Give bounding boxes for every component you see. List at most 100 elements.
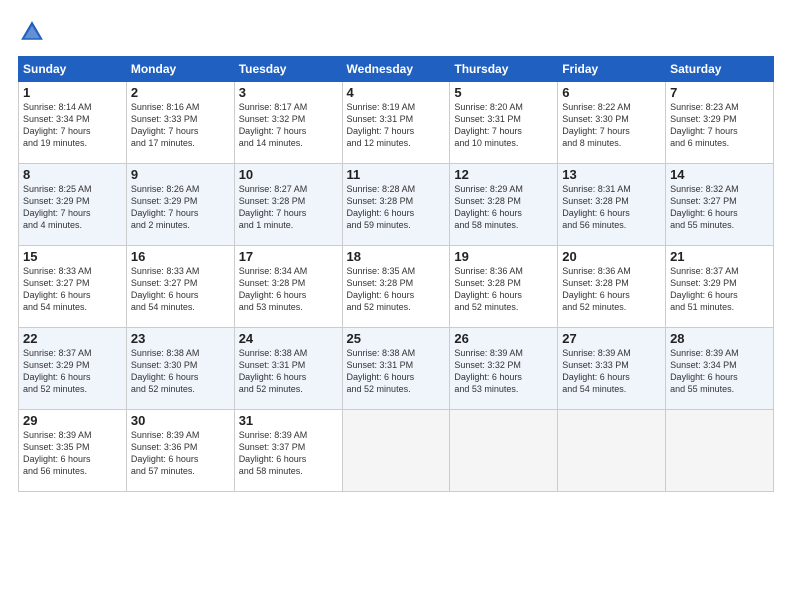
logo-icon — [18, 18, 46, 46]
day-number: 23 — [131, 331, 230, 346]
day-cell: 8Sunrise: 8:25 AM Sunset: 3:29 PM Daylig… — [19, 164, 127, 246]
day-number: 19 — [454, 249, 553, 264]
day-number: 30 — [131, 413, 230, 428]
day-info: Sunrise: 8:17 AM Sunset: 3:32 PM Dayligh… — [239, 101, 338, 150]
day-info: Sunrise: 8:33 AM Sunset: 3:27 PM Dayligh… — [23, 265, 122, 314]
day-info: Sunrise: 8:16 AM Sunset: 3:33 PM Dayligh… — [131, 101, 230, 150]
day-info: Sunrise: 8:35 AM Sunset: 3:28 PM Dayligh… — [347, 265, 446, 314]
day-number: 17 — [239, 249, 338, 264]
day-info: Sunrise: 8:26 AM Sunset: 3:29 PM Dayligh… — [131, 183, 230, 232]
day-cell: 20Sunrise: 8:36 AM Sunset: 3:28 PM Dayli… — [558, 246, 666, 328]
day-number: 20 — [562, 249, 661, 264]
day-info: Sunrise: 8:33 AM Sunset: 3:27 PM Dayligh… — [131, 265, 230, 314]
day-number: 31 — [239, 413, 338, 428]
day-cell: 16Sunrise: 8:33 AM Sunset: 3:27 PM Dayli… — [126, 246, 234, 328]
day-number: 29 — [23, 413, 122, 428]
day-cell — [342, 410, 450, 492]
day-cell: 11Sunrise: 8:28 AM Sunset: 3:28 PM Dayli… — [342, 164, 450, 246]
day-number: 10 — [239, 167, 338, 182]
day-number: 13 — [562, 167, 661, 182]
day-cell: 18Sunrise: 8:35 AM Sunset: 3:28 PM Dayli… — [342, 246, 450, 328]
day-number: 8 — [23, 167, 122, 182]
calendar-table: SundayMondayTuesdayWednesdayThursdayFrid… — [18, 56, 774, 492]
day-info: Sunrise: 8:22 AM Sunset: 3:30 PM Dayligh… — [562, 101, 661, 150]
col-header-tuesday: Tuesday — [234, 57, 342, 82]
day-number: 6 — [562, 85, 661, 100]
day-number: 1 — [23, 85, 122, 100]
day-cell: 17Sunrise: 8:34 AM Sunset: 3:28 PM Dayli… — [234, 246, 342, 328]
day-cell: 25Sunrise: 8:38 AM Sunset: 3:31 PM Dayli… — [342, 328, 450, 410]
col-header-wednesday: Wednesday — [342, 57, 450, 82]
day-cell: 30Sunrise: 8:39 AM Sunset: 3:36 PM Dayli… — [126, 410, 234, 492]
day-cell: 28Sunrise: 8:39 AM Sunset: 3:34 PM Dayli… — [666, 328, 774, 410]
day-cell: 4Sunrise: 8:19 AM Sunset: 3:31 PM Daylig… — [342, 82, 450, 164]
day-cell — [450, 410, 558, 492]
day-cell: 3Sunrise: 8:17 AM Sunset: 3:32 PM Daylig… — [234, 82, 342, 164]
day-cell: 19Sunrise: 8:36 AM Sunset: 3:28 PM Dayli… — [450, 246, 558, 328]
day-number: 22 — [23, 331, 122, 346]
day-info: Sunrise: 8:28 AM Sunset: 3:28 PM Dayligh… — [347, 183, 446, 232]
day-cell: 23Sunrise: 8:38 AM Sunset: 3:30 PM Dayli… — [126, 328, 234, 410]
day-number: 9 — [131, 167, 230, 182]
day-number: 18 — [347, 249, 446, 264]
day-cell: 31Sunrise: 8:39 AM Sunset: 3:37 PM Dayli… — [234, 410, 342, 492]
logo — [18, 18, 50, 46]
day-info: Sunrise: 8:29 AM Sunset: 3:28 PM Dayligh… — [454, 183, 553, 232]
day-number: 16 — [131, 249, 230, 264]
day-info: Sunrise: 8:39 AM Sunset: 3:35 PM Dayligh… — [23, 429, 122, 478]
day-number: 15 — [23, 249, 122, 264]
day-cell — [558, 410, 666, 492]
day-number: 21 — [670, 249, 769, 264]
day-info: Sunrise: 8:14 AM Sunset: 3:34 PM Dayligh… — [23, 101, 122, 150]
day-info: Sunrise: 8:36 AM Sunset: 3:28 PM Dayligh… — [454, 265, 553, 314]
day-info: Sunrise: 8:37 AM Sunset: 3:29 PM Dayligh… — [670, 265, 769, 314]
week-row-3: 15Sunrise: 8:33 AM Sunset: 3:27 PM Dayli… — [19, 246, 774, 328]
day-cell: 14Sunrise: 8:32 AM Sunset: 3:27 PM Dayli… — [666, 164, 774, 246]
day-cell: 24Sunrise: 8:38 AM Sunset: 3:31 PM Dayli… — [234, 328, 342, 410]
header — [18, 18, 774, 46]
day-number: 12 — [454, 167, 553, 182]
day-number: 7 — [670, 85, 769, 100]
day-info: Sunrise: 8:20 AM Sunset: 3:31 PM Dayligh… — [454, 101, 553, 150]
week-row-5: 29Sunrise: 8:39 AM Sunset: 3:35 PM Dayli… — [19, 410, 774, 492]
day-info: Sunrise: 8:19 AM Sunset: 3:31 PM Dayligh… — [347, 101, 446, 150]
day-info: Sunrise: 8:37 AM Sunset: 3:29 PM Dayligh… — [23, 347, 122, 396]
day-number: 2 — [131, 85, 230, 100]
day-cell: 7Sunrise: 8:23 AM Sunset: 3:29 PM Daylig… — [666, 82, 774, 164]
day-number: 4 — [347, 85, 446, 100]
day-info: Sunrise: 8:34 AM Sunset: 3:28 PM Dayligh… — [239, 265, 338, 314]
day-cell: 9Sunrise: 8:26 AM Sunset: 3:29 PM Daylig… — [126, 164, 234, 246]
page: SundayMondayTuesdayWednesdayThursdayFrid… — [0, 0, 792, 612]
day-cell: 12Sunrise: 8:29 AM Sunset: 3:28 PM Dayli… — [450, 164, 558, 246]
col-header-sunday: Sunday — [19, 57, 127, 82]
col-header-friday: Friday — [558, 57, 666, 82]
day-number: 3 — [239, 85, 338, 100]
day-cell: 2Sunrise: 8:16 AM Sunset: 3:33 PM Daylig… — [126, 82, 234, 164]
day-number: 11 — [347, 167, 446, 182]
day-number: 28 — [670, 331, 769, 346]
day-info: Sunrise: 8:39 AM Sunset: 3:36 PM Dayligh… — [131, 429, 230, 478]
day-info: Sunrise: 8:38 AM Sunset: 3:31 PM Dayligh… — [239, 347, 338, 396]
day-info: Sunrise: 8:27 AM Sunset: 3:28 PM Dayligh… — [239, 183, 338, 232]
day-number: 14 — [670, 167, 769, 182]
day-info: Sunrise: 8:23 AM Sunset: 3:29 PM Dayligh… — [670, 101, 769, 150]
day-cell: 27Sunrise: 8:39 AM Sunset: 3:33 PM Dayli… — [558, 328, 666, 410]
day-number: 26 — [454, 331, 553, 346]
header-row: SundayMondayTuesdayWednesdayThursdayFrid… — [19, 57, 774, 82]
day-number: 25 — [347, 331, 446, 346]
week-row-2: 8Sunrise: 8:25 AM Sunset: 3:29 PM Daylig… — [19, 164, 774, 246]
day-info: Sunrise: 8:36 AM Sunset: 3:28 PM Dayligh… — [562, 265, 661, 314]
day-cell: 22Sunrise: 8:37 AM Sunset: 3:29 PM Dayli… — [19, 328, 127, 410]
day-cell: 29Sunrise: 8:39 AM Sunset: 3:35 PM Dayli… — [19, 410, 127, 492]
day-cell: 1Sunrise: 8:14 AM Sunset: 3:34 PM Daylig… — [19, 82, 127, 164]
day-cell: 15Sunrise: 8:33 AM Sunset: 3:27 PM Dayli… — [19, 246, 127, 328]
day-cell: 21Sunrise: 8:37 AM Sunset: 3:29 PM Dayli… — [666, 246, 774, 328]
day-info: Sunrise: 8:31 AM Sunset: 3:28 PM Dayligh… — [562, 183, 661, 232]
col-header-saturday: Saturday — [666, 57, 774, 82]
day-info: Sunrise: 8:39 AM Sunset: 3:34 PM Dayligh… — [670, 347, 769, 396]
col-header-thursday: Thursday — [450, 57, 558, 82]
day-cell: 5Sunrise: 8:20 AM Sunset: 3:31 PM Daylig… — [450, 82, 558, 164]
day-cell: 10Sunrise: 8:27 AM Sunset: 3:28 PM Dayli… — [234, 164, 342, 246]
day-info: Sunrise: 8:39 AM Sunset: 3:33 PM Dayligh… — [562, 347, 661, 396]
week-row-4: 22Sunrise: 8:37 AM Sunset: 3:29 PM Dayli… — [19, 328, 774, 410]
